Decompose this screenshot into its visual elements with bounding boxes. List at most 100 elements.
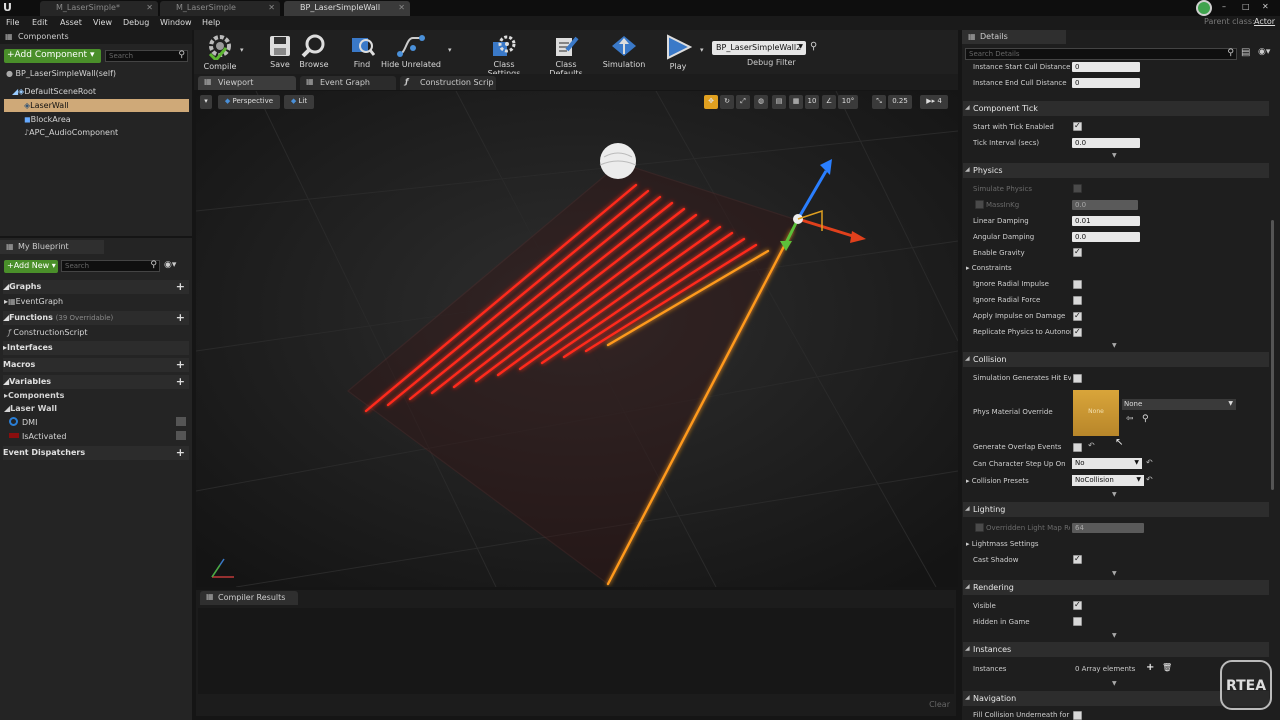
ue-logo-icon[interactable]: U	[3, 1, 12, 14]
component-blockarea[interactable]: ◼BlockArea	[24, 115, 71, 124]
chevron-down-icon[interactable]: ▼	[1112, 680, 1117, 687]
menu-help[interactable]: Help	[202, 18, 220, 27]
ignore-radial-force-checkbox[interactable]	[1073, 296, 1082, 305]
var-category-laserwall[interactable]: ◢Laser Wall	[4, 404, 57, 413]
inst-start-cull-input[interactable]: 0	[1072, 62, 1140, 72]
simulate-physics-checkbox[interactable]	[1073, 184, 1082, 193]
var-dmi[interactable]: DMI	[22, 418, 37, 427]
doc-tab-m-laser-simple[interactable]: M_LaserSimple ✕	[160, 1, 280, 16]
compile-dropdown-icon[interactable]: ▾	[240, 46, 244, 54]
class-defaults-button[interactable]: Class Defaults	[538, 32, 594, 78]
source-control-icon[interactable]	[1196, 0, 1212, 16]
sim-hit-events-checkbox[interactable]	[1073, 374, 1082, 383]
add-variable-icon[interactable]: +	[176, 375, 185, 388]
mass-kg-input[interactable]: 0.0	[1072, 200, 1138, 210]
eye-icon[interactable]: ◉▾	[1258, 47, 1270, 57]
overridden-lightmap-checkbox[interactable]	[975, 523, 984, 532]
section-rendering[interactable]: Rendering	[963, 580, 1269, 595]
add-component-button[interactable]: +Add Component ▾	[4, 49, 101, 63]
var-isactivated[interactable]: IsActivated	[22, 432, 66, 441]
perspective-button[interactable]: ◆ Perspective	[218, 95, 280, 109]
overridden-lightmap-input[interactable]: 64	[1072, 523, 1144, 533]
section-lighting[interactable]: Lighting	[963, 502, 1269, 517]
graphs-section[interactable]: ◢Graphs +	[3, 280, 189, 294]
lit-button[interactable]: ◆ Lit	[284, 95, 314, 109]
surface-snap-button[interactable]: ▤	[772, 95, 786, 109]
find-button[interactable]: Find	[338, 32, 386, 72]
section-physics[interactable]: Physics	[963, 163, 1269, 178]
cast-shadow-checkbox[interactable]	[1073, 554, 1082, 564]
event-dispatchers-section[interactable]: Event Dispatchers +	[3, 446, 189, 460]
eye-icon[interactable]: ◉▾	[164, 260, 176, 270]
phys-material-select[interactable]: None ▼	[1122, 399, 1236, 410]
menu-edit[interactable]: Edit	[32, 18, 48, 27]
close-icon[interactable]: ✕	[146, 3, 153, 12]
play-dropdown-icon[interactable]: ▾	[700, 46, 704, 54]
close-icon[interactable]: ✕	[268, 3, 275, 12]
eye-closed-icon[interactable]	[176, 431, 186, 440]
add-graph-icon[interactable]: +	[176, 280, 185, 293]
section-instances[interactable]: Instances	[963, 642, 1269, 657]
doc-tab-m-laser-simple-dirty[interactable]: M_LaserSimple* ✕	[40, 1, 158, 16]
replicate-physics-checkbox[interactable]	[1073, 327, 1082, 337]
details-tab[interactable]: ▦ Details	[962, 30, 1066, 44]
tab-construction-script[interactable]: ƒ Construction Scrip	[400, 76, 496, 90]
interfaces-section[interactable]: ▸Interfaces	[3, 341, 189, 355]
min-button[interactable]: –	[1222, 2, 1226, 11]
camera-speed-button[interactable]: ▶▸ 4	[920, 95, 948, 109]
close-icon[interactable]: ✕	[398, 3, 405, 12]
class-settings-button[interactable]: Class Settings	[476, 32, 532, 78]
grid-snap-value[interactable]: 10	[805, 95, 819, 109]
overlap-events-checkbox[interactable]	[1073, 443, 1082, 452]
tick-interval-input[interactable]: 0.0	[1072, 138, 1140, 148]
rotate-mode-button[interactable]: ↻	[720, 95, 734, 109]
hide-unrelated-dropdown-icon[interactable]: ▾	[448, 46, 452, 54]
component-laserwall[interactable]: ◈LaserWall	[24, 101, 69, 110]
add-dispatcher-icon[interactable]: +	[176, 446, 185, 459]
scale-snap-button[interactable]: ⤡	[872, 95, 886, 109]
components-search-input[interactable]: Search ⚲	[105, 50, 188, 62]
parent-class-link[interactable]: Actor	[1254, 17, 1275, 26]
max-button[interactable]: □	[1242, 2, 1250, 11]
mass-override-checkbox[interactable]	[975, 200, 984, 209]
apply-impulse-checkbox[interactable]	[1073, 311, 1082, 321]
add-macro-icon[interactable]: +	[176, 358, 185, 371]
reset-icon[interactable]: ↶	[1146, 458, 1153, 467]
viewport-options-button[interactable]: ▾	[200, 95, 212, 109]
debug-search-icon[interactable]: ⚲	[810, 41, 817, 52]
angular-damping-input[interactable]: 0.0	[1072, 232, 1140, 242]
component-audio[interactable]: ♪APC_AudioComponent	[24, 128, 118, 137]
details-scrollbar[interactable]	[1271, 220, 1274, 490]
property-matrix-icon[interactable]: ▤	[1241, 47, 1250, 58]
debug-object-select[interactable]: BP_LaserSimpleWall2 ▼	[712, 41, 806, 55]
translate-mode-button[interactable]: ✥	[704, 95, 718, 109]
compiler-results-tab[interactable]: ▦ Compiler Results	[200, 591, 298, 605]
hidden-in-game-checkbox[interactable]	[1073, 617, 1082, 626]
event-graph-item[interactable]: ▸▦EventGraph	[4, 297, 63, 306]
char-step-select[interactable]: No ▼	[1072, 458, 1142, 469]
chevron-down-icon[interactable]: ▼	[1112, 491, 1117, 498]
rotation-snap-value[interactable]: 10°	[838, 95, 858, 109]
add-element-icon[interactable]: +	[1146, 662, 1154, 673]
hide-unrelated-button[interactable]: Hide Unrelated	[380, 32, 442, 72]
browse-button[interactable]: Browse	[290, 32, 338, 72]
reset-icon[interactable]: ↶	[1146, 475, 1153, 484]
linear-damping-input[interactable]: 0.01	[1072, 216, 1140, 226]
macros-section[interactable]: Macros +	[3, 358, 189, 372]
phys-material-thumbnail[interactable]: None	[1073, 390, 1119, 436]
menu-file[interactable]: File	[6, 18, 19, 27]
simulation-button[interactable]: Simulation	[600, 32, 648, 72]
scale-mode-button[interactable]: ⤢	[736, 95, 750, 109]
compile-button[interactable]: Compile	[196, 32, 244, 72]
add-new-button[interactable]: +Add New ▾	[4, 260, 58, 273]
lightmass-settings-expander[interactable]: ▸ Lightmass Settings	[966, 540, 1064, 548]
visible-checkbox[interactable]	[1073, 600, 1082, 610]
details-search-input[interactable]: Search Details ⚲	[965, 48, 1237, 60]
section-collision[interactable]: Collision	[963, 352, 1269, 367]
menu-view[interactable]: View	[93, 18, 112, 27]
trash-icon[interactable]: 🗑	[1162, 663, 1172, 672]
chevron-down-icon[interactable]: ▼	[1112, 570, 1117, 577]
functions-section[interactable]: ◢Functions (39 Overridable) +	[3, 311, 189, 325]
inst-end-cull-input[interactable]: 0	[1072, 78, 1140, 88]
construction-script-item[interactable]: ƒ ConstructionScript	[8, 328, 88, 337]
